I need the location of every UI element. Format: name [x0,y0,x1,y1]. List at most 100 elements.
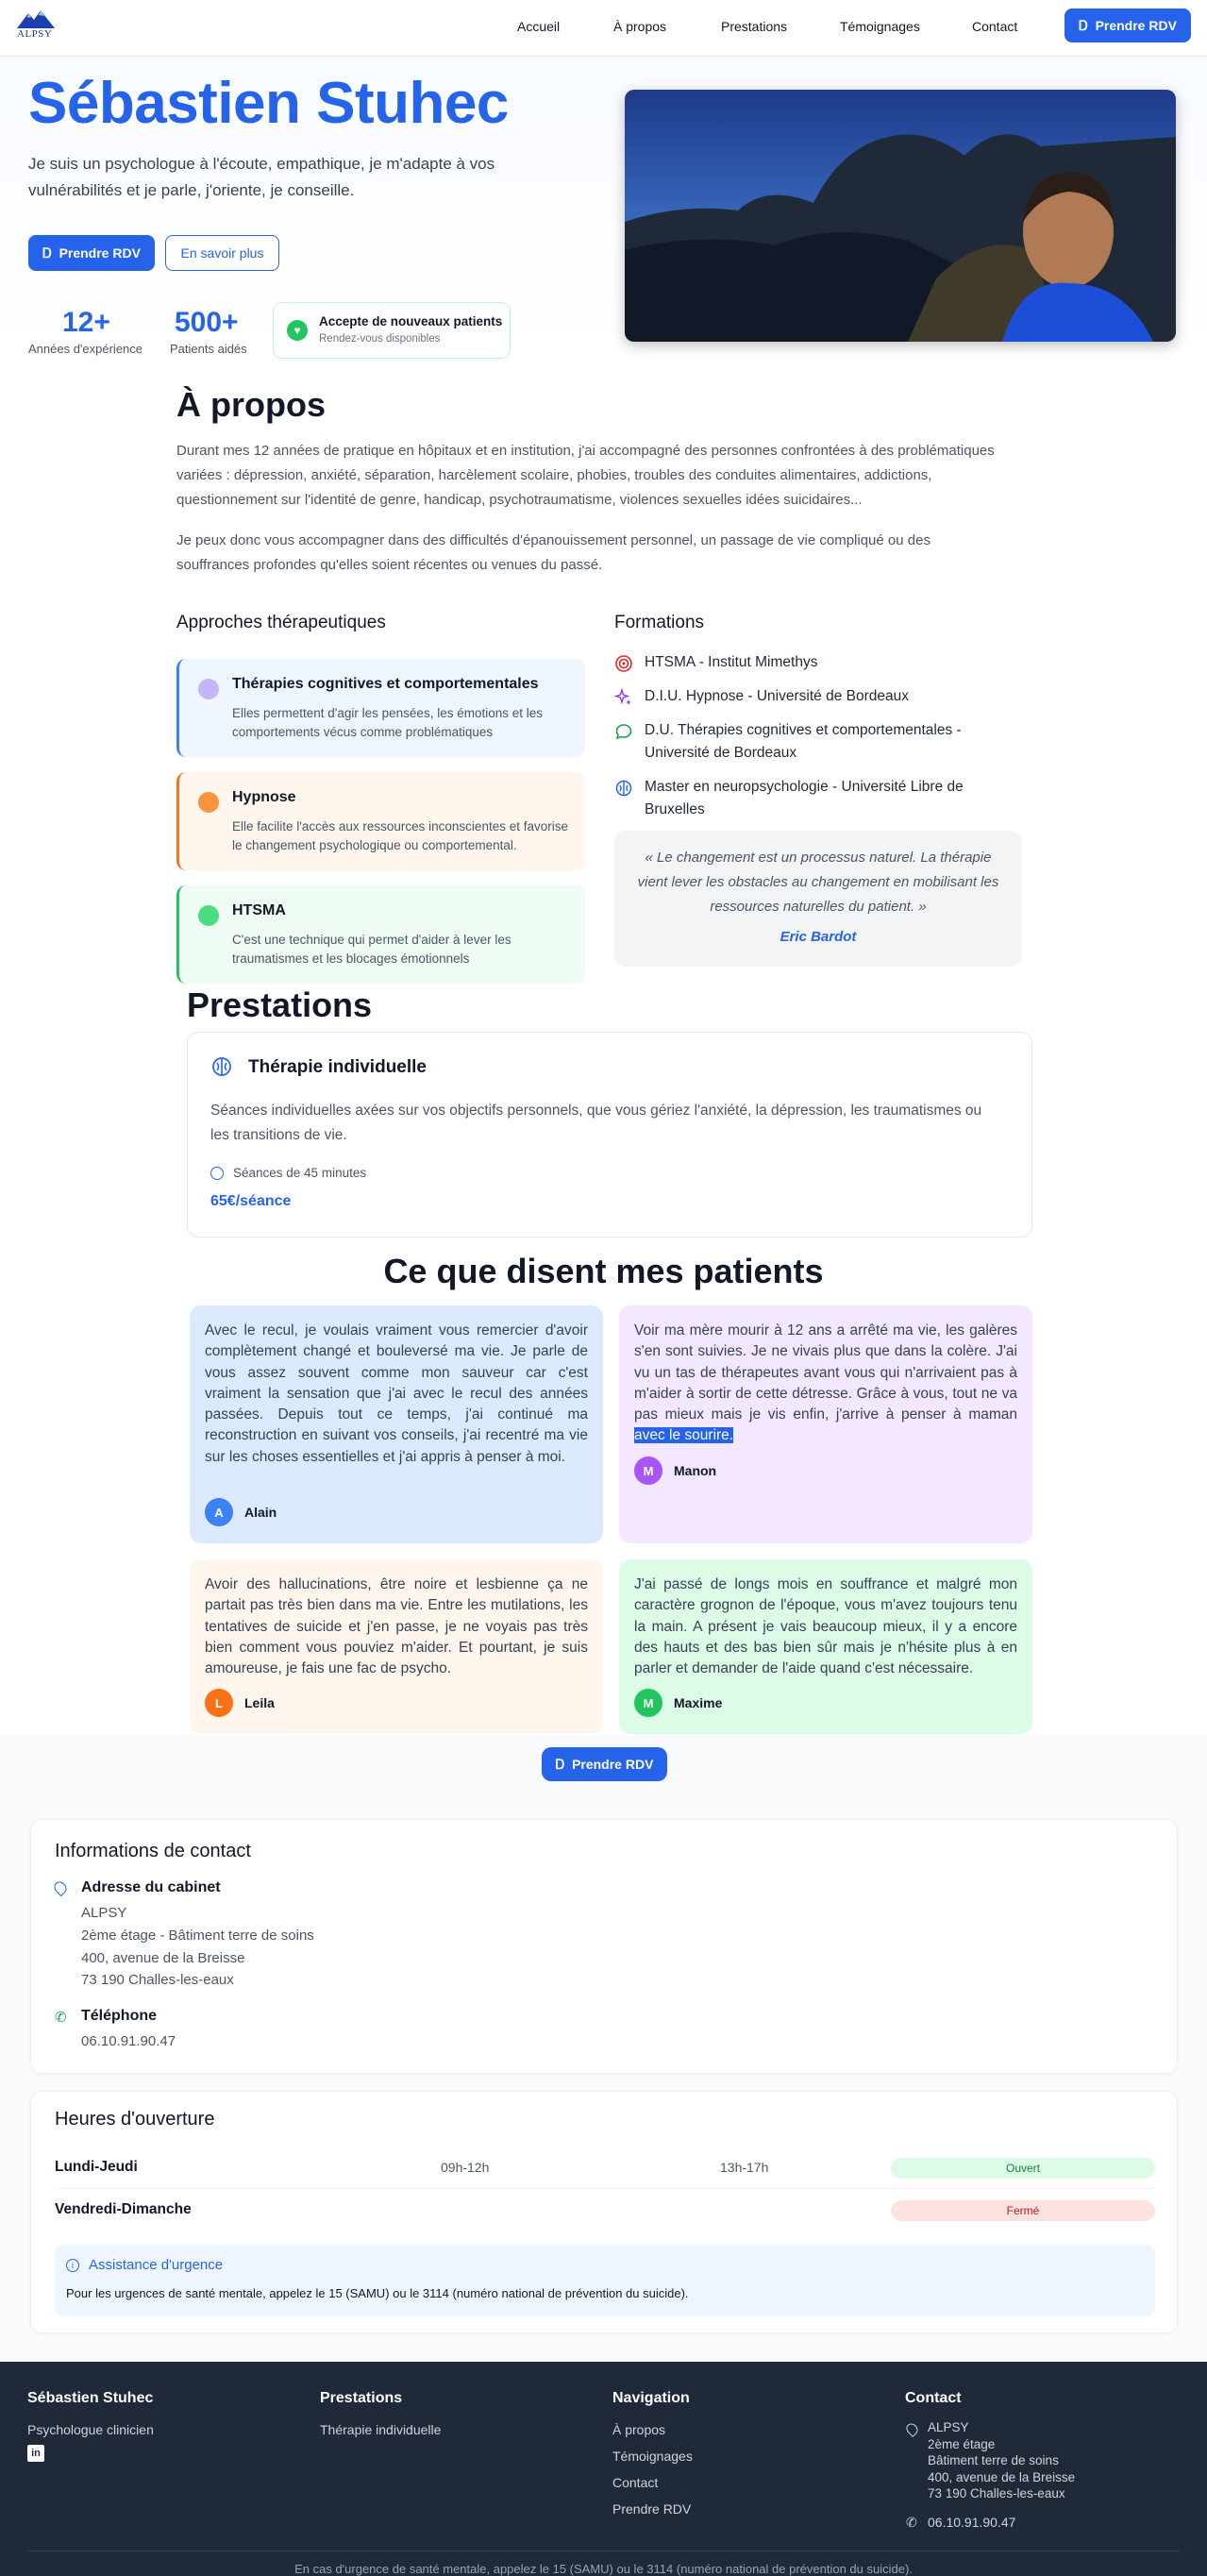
avatar: M [634,1689,662,1717]
hero-more-button[interactable]: En savoir plus [165,235,279,271]
quote-text: « Le changement est un processus naturel… [637,850,999,915]
hero-rdv-button[interactable]: Ꭰ Prendre RDV [28,235,155,271]
hours-morning: 09h-12h [441,2160,490,2175]
footer-address-line: ALPSY [928,2420,969,2434]
about-paragraph-1: Durant mes 12 années de pratique en hôpi… [176,443,995,508]
nav-accueil[interactable]: Accueil [517,19,560,34]
footer-address-line: 400, avenue de la Breisse [928,2470,1076,2484]
address-line: ALPSY [81,1905,127,1921]
heart-icon: ♥ [287,320,308,341]
nav-contact[interactable]: Contact [972,19,1017,34]
avatar: L [205,1689,233,1717]
footer-col1-title: Sébastien Stuhec [27,2390,154,2406]
prestation-price: 65€/séance [210,1193,292,1209]
footer-address-line: 73 190 Challes-les-eaux [928,2486,1065,2500]
status-badge: Fermé [891,2200,1155,2221]
testimonial-text: Avoir des hallucinations, être noire et … [205,1576,588,1677]
contact-card: Informations de contact Adresse du cabin… [30,1819,1178,2074]
approach-description: C'est une technique qui permet d'aider à… [232,933,511,966]
approach-card-htsma: HTSMA C'est une technique qui permet d'a… [176,885,585,984]
testimonial-card: J'ai passé de longs mois en souffrance e… [619,1559,1032,1734]
footer-col4-title: Contact [905,2390,962,2406]
hours-days: Lundi-Jeudi [55,2159,138,2175]
hero-name: Sébastien Stuhec [28,71,509,136]
hours-afternoon: 13h-17h [720,2160,769,2175]
testimonial-card: Voir ma mère mourir à 12 ans a arrêté ma… [619,1305,1032,1543]
footer-link[interactable]: Prendre RDV [612,2501,691,2517]
hero-photo [625,90,1176,342]
header-cta-button[interactable]: Ꭰ Prendre RDV [1065,8,1191,42]
footer-link[interactable]: Thérapie individuelle [320,2422,441,2437]
testimonial-card: Avec le recul, je voulais vraiment vous … [190,1305,603,1543]
formation-item: HTSMA - Institut Mimethys [645,654,818,670]
address-line: 2ème étage - Bâtiment terre de soins [81,1928,314,1944]
availability-title: Accepte de nouveaux patients [319,314,503,328]
prestation-card: Thérapie individuelle Séances individuel… [187,1032,1032,1237]
chat-icon [615,724,632,740]
formations-title: Formations [614,613,705,632]
testimonial-text: Voir ma mère mourir à 12 ans a arrêté ma… [634,1322,1017,1444]
brain-icon [198,679,219,699]
rdv-icon: Ꭰ [555,1756,565,1772]
avatar: M [634,1456,662,1485]
brain-outline-icon [615,780,632,797]
approach-title: Thérapies cognitives et comportementales [232,676,539,692]
approach-title: Hypnose [232,789,296,805]
hero-description: Je suis un psychologue à l'écoute, empat… [28,155,495,199]
info-icon: i [66,2259,79,2272]
approach-title: HTSMA [232,902,286,918]
emergency-title: Assistance d'urgence [89,2257,224,2273]
testimonials-rdv-button[interactable]: Ꭰ Prendre RDV [542,1747,667,1781]
address-label: Adresse du cabinet [81,1879,221,1895]
rdv-icon: Ꭰ [1079,17,1088,33]
brain-icon [212,1057,231,1076]
quote-author: Eric Bardot [780,929,857,945]
logo-text: ALPSY [17,28,53,40]
emergency-box: i Assistance d'urgence Pour les urgences… [55,2245,1155,2316]
linkedin-icon[interactable]: in [27,2445,44,2462]
approaches-title: Approches thérapeutiques [176,613,386,632]
footer-col2-title: Prestations [320,2390,403,2406]
footer-link[interactable]: Contact [612,2475,658,2490]
testimonial-author: Leila [244,1695,275,1710]
footer-link[interactable]: À propos [612,2422,665,2437]
target-icon [615,655,632,672]
approach-card-hypnose: Hypnose Elle facilite l'accès aux ressou… [176,772,585,870]
selected-text[interactable]: avec le sourire. [634,1427,734,1444]
emergency-text: Pour les urgences de santé mentale, appe… [66,2286,689,2300]
testimonial-author: Manon [674,1463,717,1478]
testimonials-title: Ce que disent mes patients [383,1252,824,1290]
nav-prestations[interactable]: Prestations [721,19,787,34]
status-badge: Ouvert [891,2158,1155,2179]
hours-title: Heures d'ouverture [55,2109,215,2130]
nav-a-propos[interactable]: À propos [613,19,666,34]
phone-icon: ✆ [906,2515,917,2530]
footer-col3-title: Navigation [612,2390,690,2406]
moon-icon [198,792,219,813]
address-line: 73 190 Challes-les-eaux [81,1972,234,1988]
phone-icon: ✆ [55,2010,67,2026]
site-header: ALPSY Accueil À propos Prestations Témoi… [0,0,1207,57]
hours-days: Vendredi-Dimanche [55,2201,192,2217]
prestation-duration: Séances de 45 minutes [233,1166,367,1180]
sparkles-icon [614,688,631,705]
footer-col1-sub: Psychologue clinicien [27,2422,154,2437]
availability-badge: ♥ Accepte de nouveaux patients Rendez-vo… [273,302,511,359]
footer-address-line: Bâtiment terre de soins [928,2453,1059,2467]
rdv-icon: Ꭰ [42,244,52,261]
clock-icon [210,1167,224,1180]
phone-value[interactable]: 06.10.91.90.47 [81,2030,176,2053]
formation-item: D.I.U. Hypnose - Université de Bordeaux [645,688,909,704]
testimonial-author: Alain [244,1505,277,1520]
footer-emergency-note: En cas d'urgence de santé mentale, appel… [294,2562,913,2576]
footer-link[interactable]: Témoignages [612,2449,693,2464]
prestation-description: Séances individuelles axées sur vos obje… [210,1103,982,1143]
testimonial-author: Maxime [674,1695,723,1710]
formation-item: D.U. Thérapies cognitives et comportemen… [645,722,962,761]
prestation-title: Thérapie individuelle [248,1057,427,1077]
nav-temoignages[interactable]: Témoignages [840,19,920,34]
stat-patients-label: Patients aidés [170,342,247,356]
testimonial-text: J'ai passé de longs mois en souffrance e… [634,1576,1017,1677]
footer-phone[interactable]: 06.10.91.90.47 [928,2515,1015,2530]
avatar: A [205,1498,233,1526]
